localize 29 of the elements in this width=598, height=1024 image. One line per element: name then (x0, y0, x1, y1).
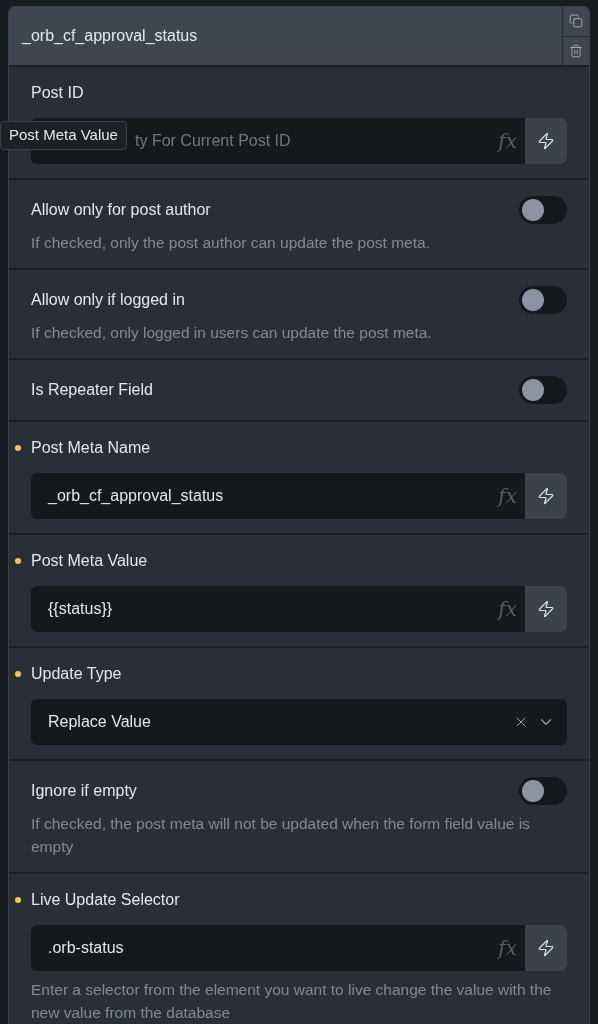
field-label: Post Meta Value (31, 551, 148, 571)
dynamic-data-button[interactable] (525, 586, 567, 632)
toggle-switch[interactable] (519, 376, 567, 404)
lightning-icon (537, 132, 555, 150)
field-description: If checked, only logged in users can update the post meta. (31, 323, 433, 343)
lightning-icon (537, 600, 555, 618)
field-label: Update Type (31, 664, 122, 684)
select-field[interactable]: Replace Value (31, 699, 567, 745)
field-description: If checked, the post meta will not be updated when the form field value is empty (31, 814, 531, 857)
toggle-switch[interactable] (519, 777, 567, 805)
dynamic-data-button[interactable] (525, 473, 567, 519)
lightning-icon (537, 487, 555, 505)
field-label: Post Meta Name (31, 438, 151, 458)
field-label: Ignore if empty (31, 781, 137, 801)
copy-icon (569, 14, 583, 29)
toggle-switch[interactable] (519, 196, 567, 224)
dynamic-data-button[interactable] (525, 925, 567, 971)
field-description: Enter a selector from the element you want to live change the value with the new value from the database (31, 980, 553, 1023)
field-label: Live Update Selector (31, 890, 180, 910)
dynamic-data-button[interactable] (525, 118, 567, 164)
field-label: Allow only for post author (31, 200, 211, 220)
toggle-switch[interactable] (519, 286, 567, 314)
field-label: Is Repeater Field (31, 380, 153, 400)
field-label: Post ID (31, 83, 84, 103)
lightning-icon (537, 939, 555, 957)
field-description: If checked, only the post author can update the post meta. (31, 233, 431, 253)
tooltip: Post Meta Value (0, 121, 127, 150)
trash-icon (569, 43, 583, 58)
field-label: Allow only if logged in (31, 290, 185, 310)
